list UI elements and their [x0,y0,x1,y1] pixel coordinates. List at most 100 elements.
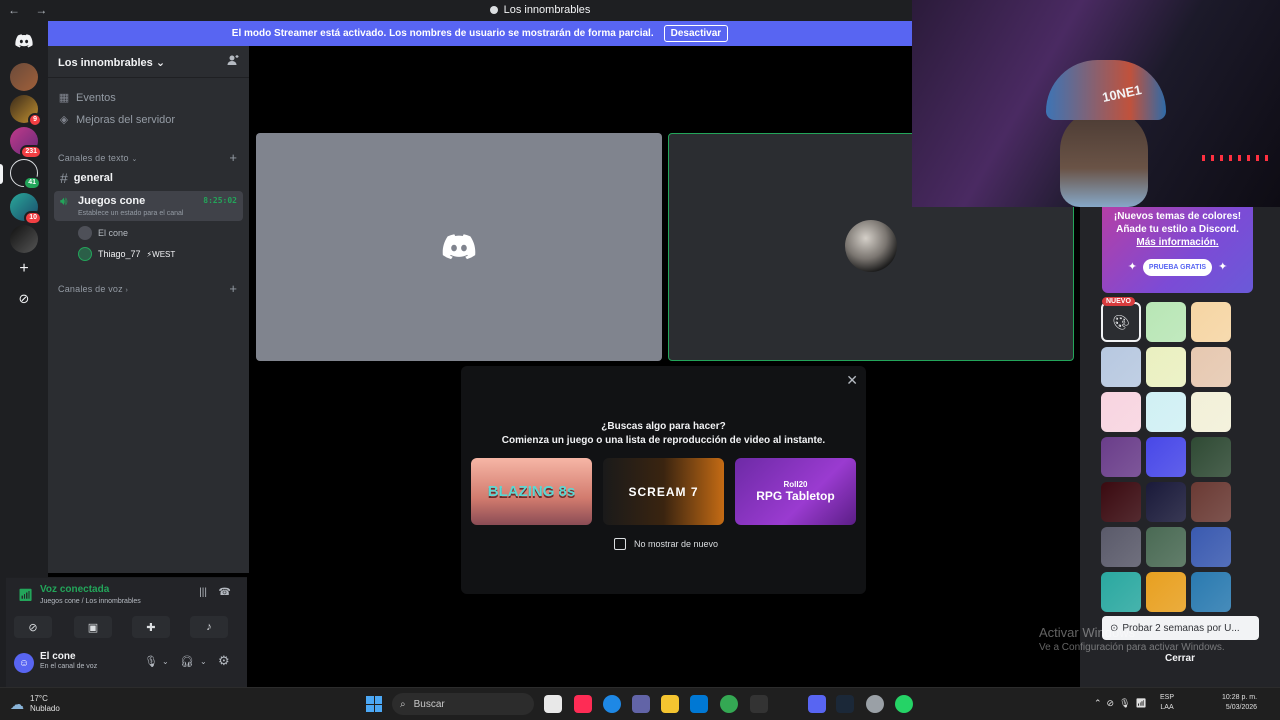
windows-start-icon[interactable] [366,696,382,712]
app-icon[interactable] [750,695,768,713]
server-avatar[interactable] [10,225,38,253]
theme-swatch[interactable] [1101,437,1141,477]
theme-swatch[interactable] [1101,572,1141,612]
add-text-channel-icon[interactable]: + [229,150,237,165]
close-icon[interactable]: ✕ [846,372,858,389]
taskbar-search[interactable]: ⌕ Buscar [392,693,534,715]
disconnect-icon[interactable]: ☎︎ [219,587,231,598]
participant-tile-el-cone[interactable] [256,133,662,361]
events-item[interactable]: ▦ Eventos [58,91,116,105]
theme-swatch[interactable] [1146,482,1186,522]
file-explorer-icon[interactable] [661,695,679,713]
system-tray-icons[interactable]: ⌃ ⊘ 🎙︎ 📶︎ [1094,698,1147,709]
activities-icon: ✚ [146,621,156,634]
screen-share-icon: ▣ [87,621,99,634]
headphones-icon[interactable]: 🎧︎ [180,655,194,668]
channel-general[interactable]: # general [54,168,243,188]
theme-swatch[interactable] [1146,527,1186,567]
tiktok-icon[interactable] [574,695,592,713]
voice-connected-channel[interactable]: Juegos cone / Los innombrables [40,598,141,605]
theme-swatch[interactable] [1101,347,1141,387]
teams-icon[interactable] [632,695,650,713]
channel-status-hint[interactable]: Establece un estado para el canal [78,210,183,217]
theme-swatch[interactable] [1101,482,1141,522]
chevron-down-icon[interactable]: ⌄ [200,657,207,666]
task-view-icon[interactable] [544,695,562,713]
discord-taskbar-icon[interactable] [808,695,826,713]
language-indicator[interactable]: ESP LAA [1160,693,1174,713]
signal-icon[interactable]: 📶︎ [18,588,33,602]
text-channels-category[interactable]: Canales de texto ⌄ [58,153,138,163]
server-avatar-selected[interactable]: 41 [10,159,41,190]
theme-swatch[interactable] [1191,302,1231,342]
noise-suppression-icon[interactable]: ||| [199,587,207,598]
theme-swatch[interactable] [1191,347,1231,387]
checkbox-icon[interactable] [614,538,626,550]
learn-more-link[interactable]: Más información. [1102,236,1253,249]
custom-theme-swatch[interactable]: 🎨︎ [1101,302,1141,342]
server-boosts-item[interactable]: ◈ Mejoras del servidor [58,113,175,127]
theme-swatch[interactable] [1101,527,1141,567]
clock[interactable]: 10:28 p. m. 5/03/2026 [1222,693,1257,713]
soundboard-button[interactable]: ♪ [190,616,228,638]
server-avatar[interactable] [10,63,38,91]
add-server-icon[interactable]: + [10,255,38,283]
weather-widget[interactable]: ☁ 17°C Nublado [10,694,60,714]
voice-user[interactable]: El cone [78,226,128,240]
whatsapp-icon[interactable] [895,695,913,713]
server-avatar[interactable]: 231 [10,127,42,159]
theme-swatch[interactable] [1191,437,1231,477]
weather-text: 17°C Nublado [30,694,60,713]
game-card-scream[interactable]: SCREAM 7 [603,458,724,525]
steam-icon[interactable] [836,695,854,713]
voice-channel-juegos-cone[interactable]: 🔊︎ Juegos cone 8:25:02 Establece un esta… [54,191,243,221]
theme-swatch[interactable] [1191,572,1231,612]
discover-compass-icon[interactable]: ⊘ [10,285,38,313]
boost-icon: ◈ [59,114,69,126]
discord-home-icon[interactable] [10,27,38,55]
theme-swatch[interactable] [1146,302,1186,342]
cloud-icon: ☁ [10,695,24,712]
gear-icon[interactable]: ⚙ [218,653,230,669]
theme-swatch[interactable] [1146,437,1186,477]
theme-swatch[interactable] [1146,392,1186,432]
chevron-down-icon: ⌄ [131,156,138,163]
server-header[interactable]: Los innombrables ⌄ [48,46,249,78]
camera-off-icon: ⊘ [28,621,38,634]
theme-swatch[interactable] [1191,392,1231,432]
store-icon[interactable] [690,695,708,713]
soundboard-icon: ♪ [206,621,212,633]
voice-user[interactable]: Thiago_77 ⚡WEST [78,247,175,261]
voice-channels-category[interactable]: Canales de voz › [58,284,128,294]
user-avatar[interactable]: ☺ [14,653,34,673]
mention-badge: 9 [28,113,42,127]
game-card-blazing-8s[interactable]: BLAZING 8s [471,458,592,525]
chrome-icon[interactable] [720,695,738,713]
invite-people-icon[interactable] [227,54,239,69]
user-status: En el canal de voz [40,663,98,670]
settings-icon[interactable] [866,695,884,713]
edge-icon[interactable] [603,695,621,713]
microphone-icon[interactable]: 🎙︎ [144,655,158,668]
screen-share-button[interactable]: ▣ [74,616,112,638]
theme-swatch[interactable] [1146,572,1186,612]
activities-button[interactable]: ✚ [132,616,170,638]
theme-swatch[interactable] [1191,482,1231,522]
close-button[interactable]: Cerrar [1080,653,1280,664]
user-tag: ⚡WEST [146,249,176,259]
avatar [845,220,897,272]
server-avatar[interactable]: 10 [10,193,42,225]
chevron-down-icon[interactable]: ⌄ [162,657,169,666]
try-free-button[interactable]: PRUEBA GRATIS [1142,259,1213,276]
deactivate-button[interactable]: Desactivar [663,25,729,42]
add-voice-channel-icon[interactable]: + [229,281,237,296]
theme-swatch[interactable] [1101,392,1141,432]
activity-subtitle: Comienza un juego o una lista de reprodu… [501,435,826,446]
theme-swatch[interactable] [1146,347,1186,387]
avatar [78,247,92,261]
server-avatar[interactable]: 9 [10,95,42,127]
theme-swatch[interactable] [1191,527,1231,567]
dont-show-again-checkbox[interactable]: No mostrar de nuevo [614,538,718,550]
game-card-rpg-tabletop[interactable]: Roll20 RPG Tabletop [735,458,856,525]
camera-off-button[interactable]: ⊘ [14,616,52,638]
